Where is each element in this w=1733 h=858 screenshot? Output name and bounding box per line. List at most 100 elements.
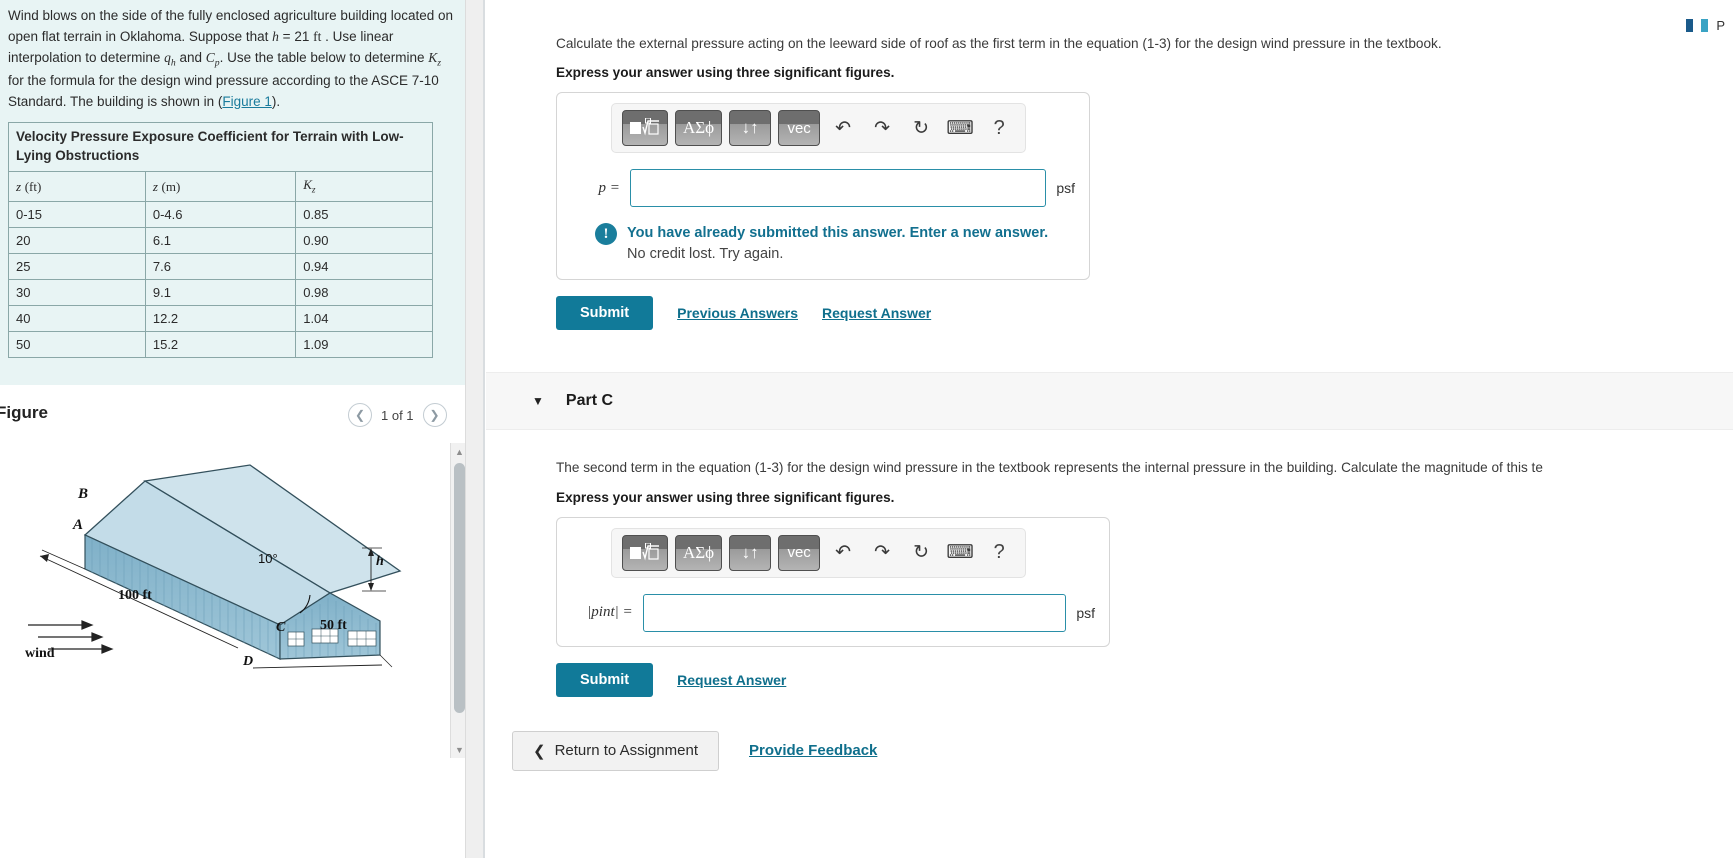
cell-z-m: 15.2 (144, 330, 297, 358)
cell-kz: 1.09 (295, 330, 433, 358)
part-b-instruction: Express your answer using three signific… (556, 65, 895, 81)
part-c-math-toolbar: ΑΣϕ ↓↑ vec ↶ ↷ ↻ ⌨ ? (611, 527, 1027, 578)
corner-letter: P (1716, 18, 1725, 33)
cell-z-ft: 0-15 (8, 200, 146, 228)
alert-icon: ! (595, 223, 617, 246)
keyboard-icon[interactable]: ⌨ (944, 112, 976, 144)
undo-icon[interactable]: ↶ (827, 112, 859, 144)
table-row: 0-15 0-4.6 0.85 (8, 200, 433, 228)
previous-answers-link[interactable]: Previous Answers (677, 305, 798, 321)
cell-kz: 0.90 (295, 226, 433, 254)
cell-z-m: 0-4.6 (144, 200, 297, 228)
cell-z-ft: 40 (8, 304, 146, 332)
part-b-body: Calculate the external pressure acting o… (486, 0, 1733, 331)
arrows-key[interactable]: ↓↑ (729, 534, 772, 571)
vector-key[interactable]: vec (778, 110, 821, 147)
redo-icon[interactable]: ↷ (866, 537, 898, 569)
alert-submessage: No credit lost. Try again. (627, 246, 784, 263)
arrows-key[interactable]: ↓↑ (729, 110, 772, 147)
provide-feedback-link[interactable]: Provide Feedback (749, 742, 877, 759)
chevron-left-icon: ❮ (354, 408, 366, 422)
figure-pager: ❮ 1 of 1 ❯ (348, 403, 447, 427)
table-header-z-m: z (m) (144, 171, 297, 202)
layout-icon-alt[interactable] (1701, 19, 1709, 32)
greek-letters-key[interactable]: ΑΣϕ (675, 534, 723, 571)
problem-statement-pane: Wind blows on the side of the fully encl… (0, 0, 465, 385)
undo-icon[interactable]: ↶ (827, 537, 859, 569)
part-b-alert: ! You have already submitted this answer… (571, 223, 1075, 265)
figure-pane: B A C D 10° 100 ft 50 ft h wind (0, 443, 465, 758)
part-b-answer-symbol: p = (598, 179, 620, 196)
label-length: 100 ft (118, 588, 152, 603)
help-icon[interactable]: ? (983, 112, 1015, 144)
cell-z-ft: 25 (8, 252, 146, 280)
symbol-p: p (598, 179, 606, 196)
part-b-actions: Submit Previous Answers Request Answer (556, 296, 1733, 331)
part-c-answer-input[interactable] (642, 593, 1067, 632)
redo-icon[interactable]: ↷ (866, 112, 898, 144)
part-c-actions: Submit Request Answer (556, 662, 1733, 697)
template-math-key[interactable] (622, 110, 668, 147)
keyboard-icon[interactable]: ⌨ (944, 537, 976, 569)
request-answer-link[interactable]: Request Answer (822, 305, 931, 321)
cell-z-m: 7.6 (144, 252, 297, 280)
return-label: Return to Assignment (554, 742, 698, 760)
label-b: B (77, 486, 88, 502)
help-icon[interactable]: ? (983, 537, 1015, 569)
table-header-kz: Kz (295, 171, 433, 202)
part-b-prompt: Calculate the external pressure acting o… (556, 36, 1442, 51)
cell-kz: 0.94 (295, 252, 433, 280)
table-row: 20 6.1 0.90 (8, 226, 433, 254)
part-c-body: The second term in the equation (1-3) fo… (486, 430, 1733, 697)
figure-prev-button[interactable]: ❮ (348, 403, 372, 427)
part-b-unit: psf (1056, 180, 1075, 197)
part-c-request-answer-link[interactable]: Request Answer (677, 672, 786, 688)
part-c-header[interactable]: ▼ Part C (486, 372, 1733, 431)
vector-key[interactable]: vec (778, 534, 821, 571)
table-row: 40 12.2 1.04 (8, 304, 433, 332)
table-row: 30 9.1 0.98 (8, 278, 433, 306)
main-content: P Calculate the external pressure acting… (486, 0, 1733, 858)
part-c-submit-button[interactable]: Submit (556, 662, 654, 697)
figure-1-link[interactable]: Figure 1 (222, 94, 272, 109)
cell-z-m: 9.1 (144, 278, 297, 306)
page-root: Wind blows on the side of the fully encl… (0, 0, 1733, 858)
problem-statement-text: Wind blows on the side of the fully encl… (8, 8, 454, 109)
figure-heading: Figure (0, 403, 48, 422)
table-title: Velocity Pressure Exposure Coefficient f… (8, 122, 433, 173)
table-header-z-ft: z (ft) (8, 171, 146, 202)
table-row: 25 7.6 0.94 (8, 252, 433, 280)
left-panel: Wind blows on the side of the fully encl… (0, 0, 484, 858)
part-c-answer-card: ΑΣϕ ↓↑ vec ↶ ↷ ↻ ⌨ ? |pint| = psf (556, 516, 1110, 647)
label-d: D (242, 654, 253, 669)
reset-icon[interactable]: ↻ (905, 112, 937, 144)
variable-cp: Cp (205, 49, 220, 69)
figure-next-button[interactable]: ❯ (422, 403, 447, 427)
page-scrollbar[interactable] (465, 0, 483, 858)
problem-line-1: Wind blows on the side of the fully encl… (8, 8, 454, 44)
scroll-thumb[interactable] (454, 463, 465, 713)
label-wind: wind (25, 646, 55, 661)
layout-icon[interactable] (1686, 19, 1694, 32)
part-b-submit-button[interactable]: Submit (556, 296, 654, 331)
h-value: 21 (294, 28, 310, 44)
variable-qh: qh (164, 49, 176, 69)
cell-z-m: 6.1 (144, 226, 297, 254)
part-c-unit: psf (1076, 604, 1095, 621)
part-b-answer-row: p = psf (571, 169, 1075, 208)
table-header-row: z (ft) z (m) Kz (8, 171, 433, 202)
alert-message: You have already submitted this answer. … (627, 225, 1049, 242)
part-b-answer-input[interactable] (629, 169, 1047, 208)
h-unit: ft (313, 28, 322, 44)
cell-z-ft: 30 (8, 278, 146, 306)
reset-icon[interactable]: ↻ (905, 537, 937, 569)
label-height: h (376, 554, 384, 569)
return-to-assignment-button[interactable]: ❮ Return to Assignment (512, 730, 719, 771)
variable-kz: Kz (428, 49, 442, 69)
cell-kz: 1.04 (295, 304, 433, 332)
template-math-key[interactable] (622, 534, 668, 571)
greek-letters-key[interactable]: ΑΣϕ (675, 110, 723, 147)
velocity-pressure-table: Velocity Pressure Exposure Coefficient f… (8, 122, 433, 358)
label-c: C (276, 620, 286, 635)
chevron-down-icon[interactable]: ▼ (532, 394, 544, 408)
